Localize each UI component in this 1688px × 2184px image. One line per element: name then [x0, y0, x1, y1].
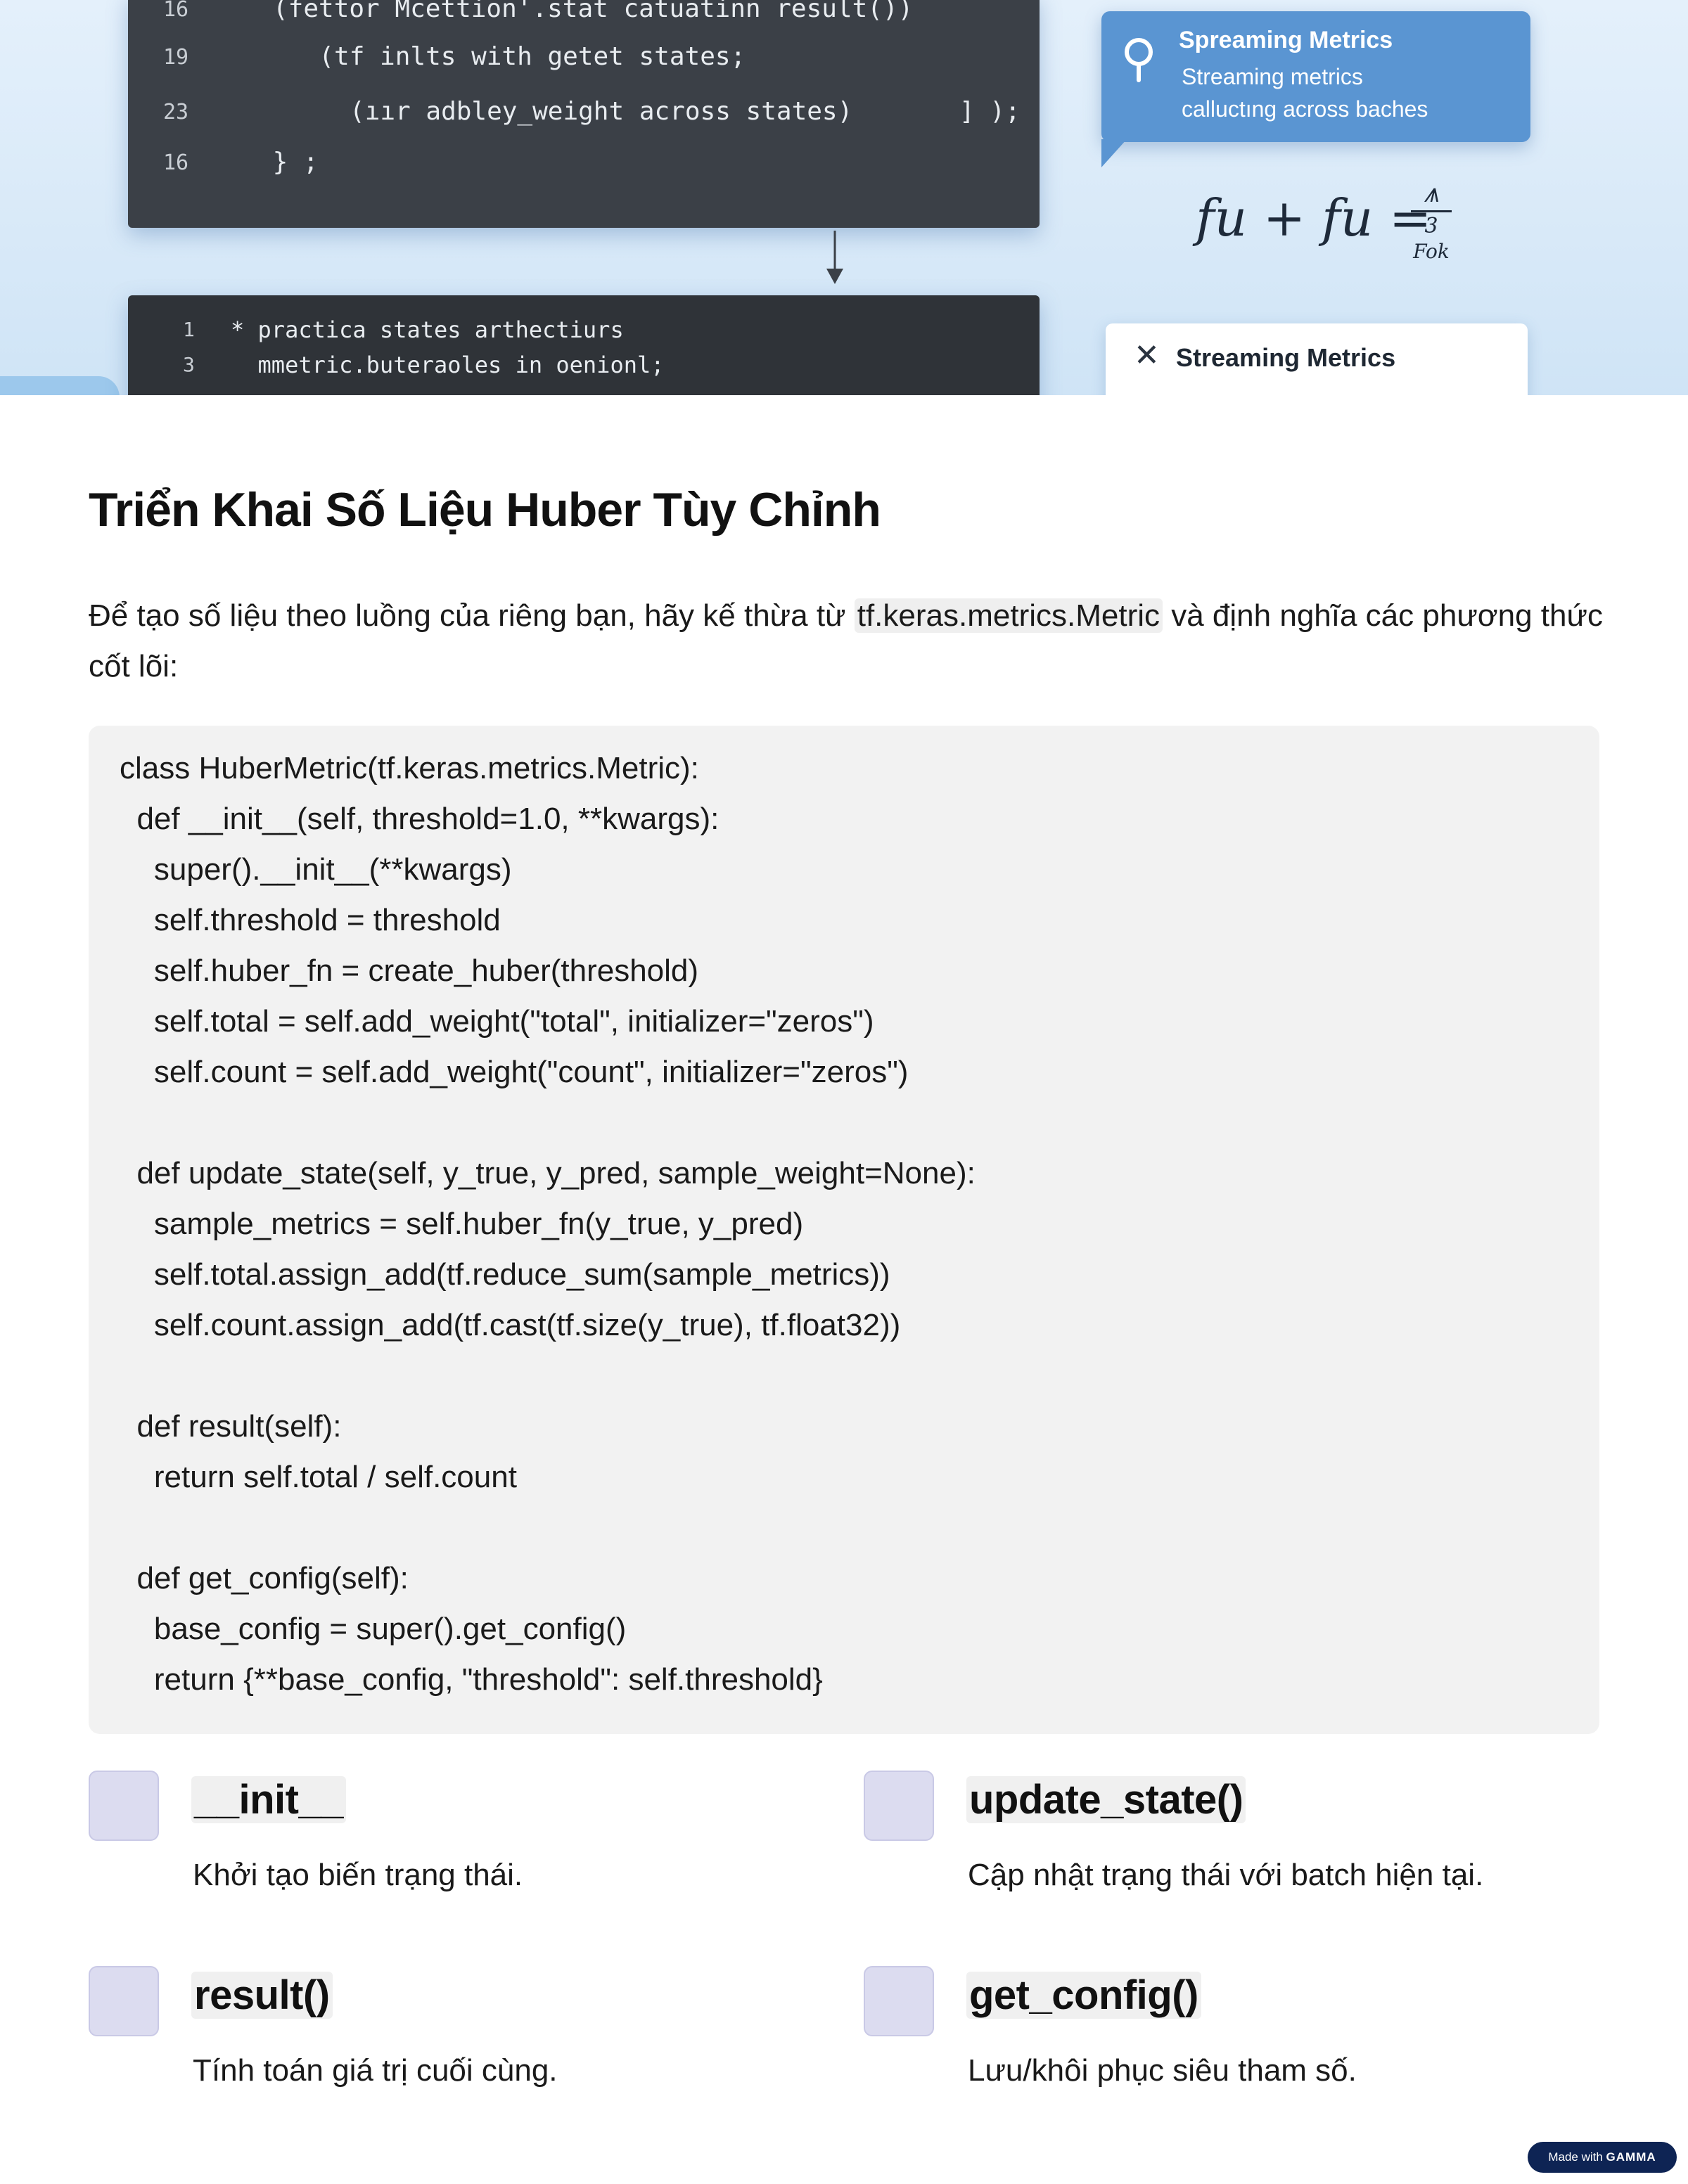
formula-lhs: fu + fu = [1196, 188, 1432, 248]
streaming-metrics-label-card: ✕ Streaming Metrics [1106, 323, 1528, 395]
card-line: calluctıng across baches [1182, 96, 1428, 122]
code-line: def get_config(self): [120, 1561, 409, 1595]
code-line: class HuberMetric(tf.keras.metrics.Metri… [120, 751, 699, 785]
code-line: def update_state(self, y_true, y_pred, s… [120, 1156, 976, 1190]
code-line: (tf inlts with getet states; [288, 42, 746, 71]
close-icon: ✕ [1134, 338, 1160, 373]
code-line: base_config = super().get_config() [120, 1612, 627, 1646]
code-line: } ; [257, 148, 319, 176]
code-line: (fettor Mcettion'.stat catuatinn result(… [273, 0, 914, 23]
code-line: (ıır adbley_weight across states) ] ); [304, 97, 1021, 126]
made-with-gamma-badge[interactable]: Made with GAMMA [1528, 2142, 1677, 2173]
page-title: Triển Khai Số Liệu Huber Tùy Chỉnh [89, 483, 881, 537]
code-line: self.total.assign_add(tf.reduce_sum(samp… [120, 1257, 890, 1292]
line-number: 3 [183, 353, 195, 376]
line-number: 16 [163, 0, 189, 22]
line-number: 23 [163, 100, 189, 124]
code-line: self.threshold = threshold [120, 903, 501, 937]
code-line: self.count.assign_add(tf.cast(tf.size(y_… [120, 1308, 901, 1342]
method-card-init: __init__ Khởi tạo biến trạng thái. [89, 1771, 792, 1925]
code-line: def __init__(self, threshold=1.0, **kwar… [120, 802, 720, 836]
illustration-code-panel-bottom: 1 * practica states arthectiurs 3 mmetri… [128, 295, 1040, 395]
code-line: * practica states arthectiurs [231, 316, 624, 343]
card-line: Streaming metrics [1182, 64, 1363, 89]
card-label: Streaming Metrics [1176, 343, 1396, 372]
formula-fraction: ⩚ 3 Fok [1407, 177, 1456, 263]
method-card-update-state: update_state() Cập nhật trạng thái với b… [864, 1771, 1567, 1925]
method-name: update_state() [966, 1776, 1246, 1823]
method-description: Cập nhật trạng thái với batch hiện tại. [968, 1858, 1484, 1892]
streaming-metrics-card: Spreaming Metrics Streaming metrics call… [1101, 11, 1530, 167]
arrow-down-icon [826, 231, 843, 284]
code-block[interactable]: class HuberMetric(tf.keras.metrics.Metri… [89, 726, 1599, 1734]
method-name: result() [191, 1972, 333, 2019]
illustration-code-panel-top: 16 (fettor Mcettion'.stat catuatinn resu… [128, 0, 1040, 228]
formula-numerator: ⩚ [1424, 177, 1439, 208]
method-name: get_config() [966, 1972, 1201, 2019]
code-line: mmetric.buteraoles in oenionl; [231, 352, 665, 378]
intro-paragraph: Để tạo số liệu theo luồng của riêng bạn,… [89, 591, 1608, 692]
gamma-logo: GAMMA [1606, 2150, 1656, 2164]
code-line: self.total = self.add_weight("total", in… [120, 1004, 874, 1039]
method-description: Tính toán giá trị cuối cùng. [193, 2053, 558, 2088]
formula-subscript: Fok [1413, 240, 1450, 263]
inline-code: tf.keras.metrics.Metric [854, 598, 1163, 633]
card-tail [1101, 139, 1127, 167]
fraction-bar [1411, 210, 1452, 212]
method-description: Khởi tạo biến trạng thái. [193, 1858, 523, 1892]
code-line: super().__init__(**kwargs) [120, 852, 512, 887]
method-badge [864, 1771, 934, 1841]
code-line: self.count = self.add_weight("count", in… [120, 1055, 909, 1089]
method-badge [89, 1771, 159, 1841]
method-card-result: result() Tính toán giá trị cuối cùng. [89, 1966, 792, 2121]
decorative-wedge [0, 376, 120, 395]
line-number: 16 [163, 150, 189, 175]
hero-illustration: 16 (fettor Mcettion'.stat catuatinn resu… [0, 0, 1688, 395]
formula-denominator: 3 [1424, 214, 1438, 238]
code-line: return self.total / self.count [120, 1460, 517, 1494]
method-badge [864, 1966, 934, 2036]
method-badge [89, 1966, 159, 2036]
method-name: __init__ [191, 1776, 346, 1823]
line-number: 1 [183, 318, 195, 341]
code-line: return {**base_config, "threshold": self… [120, 1662, 823, 1697]
intro-text: Để tạo số liệu theo luồng của riêng bạn,… [89, 598, 855, 633]
code-line: self.huber_fn = create_huber(threshold) [120, 953, 699, 988]
made-with-label: Made with [1548, 2150, 1603, 2164]
code-line: sample_metrics = self.huber_fn(y_true, y… [120, 1207, 804, 1241]
code-line: def result(self): [120, 1409, 342, 1444]
method-card-get-config: get_config() Lưu/khôi phục siêu tham số. [864, 1966, 1567, 2121]
location-pin-icon [1125, 38, 1153, 82]
card-title: Spreaming Metrics [1179, 27, 1393, 53]
line-number: 19 [163, 45, 189, 70]
method-description: Lưu/khôi phục siêu tham số. [968, 2053, 1357, 2088]
